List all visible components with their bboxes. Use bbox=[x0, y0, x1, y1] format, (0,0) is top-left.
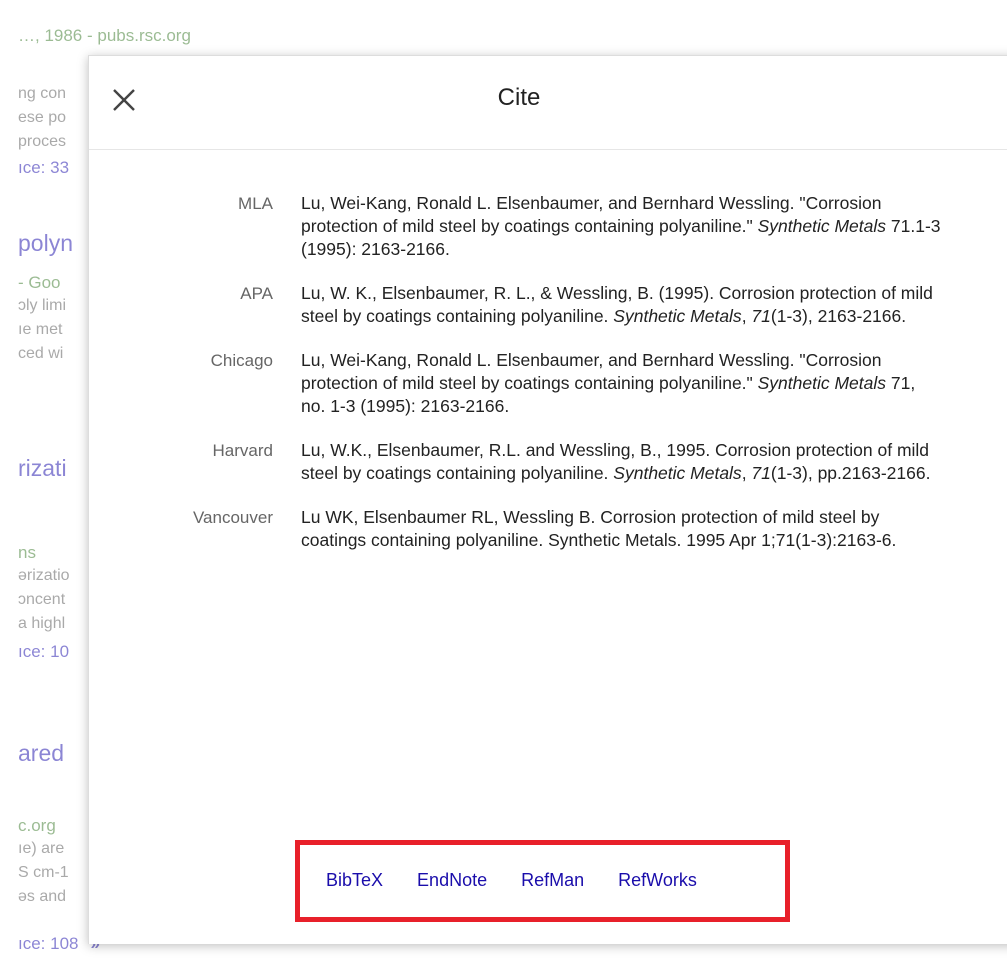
background-text: ns bbox=[18, 543, 36, 562]
citation-text[interactable]: Lu, W. K., Elsenbaumer, R. L., & Wesslin… bbox=[301, 282, 941, 328]
export-links: BibTeX EndNote RefMan RefWorks bbox=[326, 870, 697, 891]
citation-style-label: APA bbox=[240, 284, 273, 303]
citation-style-label: Chicago bbox=[210, 351, 273, 370]
background-text: ɔncent bbox=[18, 591, 66, 608]
export-link-refworks[interactable]: RefWorks bbox=[618, 870, 697, 891]
citation-row: Chicago Lu, Wei-Kang, Ronald L. Elsenbaum… bbox=[89, 349, 1007, 418]
background-text: ɔly limi bbox=[18, 297, 66, 314]
background-text[interactable]: rizati bbox=[18, 455, 67, 482]
background-text: əs and bbox=[18, 888, 67, 905]
export-link-refman[interactable]: RefMan bbox=[521, 870, 584, 891]
citation-text[interactable]: Lu, Wei-Kang, Ronald L. Elsenbaumer, and… bbox=[301, 192, 941, 261]
background-text[interactable]: polyn bbox=[18, 230, 73, 257]
background-text: - Goo bbox=[18, 273, 61, 292]
background-text: …, 1986 - pubs.rsc.org bbox=[18, 26, 191, 45]
citation-text[interactable]: Lu WK, Elsenbaumer RL, Wessling B. Corro… bbox=[301, 506, 941, 552]
background-text: ese po bbox=[18, 109, 67, 126]
background-text: ərizatio bbox=[18, 567, 70, 584]
background-text: ıe met bbox=[18, 321, 63, 338]
citation-row: APA Lu, W. K., Elsenbaumer, R. L., & Wess… bbox=[89, 282, 1007, 328]
background-text: proces bbox=[18, 133, 67, 150]
export-links-box: BibTeX EndNote RefMan RefWorks bbox=[295, 840, 790, 922]
citation-style-label: Harvard bbox=[212, 441, 273, 460]
export-link-bibtex[interactable]: BibTeX bbox=[326, 870, 383, 891]
citation-list: MLA Lu, Wei-Kang, Ronald L. Elsenbaumer, … bbox=[89, 192, 1007, 573]
citation-text[interactable]: Lu, W.K., Elsenbaumer, R.L. and Wessling… bbox=[301, 439, 941, 485]
background-text[interactable]: ared bbox=[18, 740, 64, 767]
citation-style-label: MLA bbox=[238, 194, 273, 213]
export-link-endnote[interactable]: EndNote bbox=[417, 870, 487, 891]
background-text[interactable]: ıce: 10 bbox=[18, 642, 69, 662]
cite-dialog: Cite MLA Lu, Wei-Kang, Ronald L. Elsenbau… bbox=[88, 55, 1007, 944]
citation-text[interactable]: Lu, Wei-Kang, Ronald L. Elsenbaumer, and… bbox=[301, 349, 941, 418]
background-text[interactable]: ıce: 33 bbox=[18, 158, 69, 178]
background-text: ced wi bbox=[18, 345, 64, 362]
citation-row: MLA Lu, Wei-Kang, Ronald L. Elsenbaumer, … bbox=[89, 192, 1007, 261]
background-text: c.org bbox=[18, 816, 56, 835]
background-text: a highl bbox=[18, 615, 66, 632]
citation-row: Harvard Lu, W.K., Elsenbaumer, R.L. and W… bbox=[89, 439, 1007, 485]
dialog-title: Cite bbox=[497, 84, 541, 111]
citation-style-label: Vancouver bbox=[192, 508, 273, 527]
citation-row: Vancouver Lu WK, Elsenbaumer RL, Wessling… bbox=[89, 506, 1007, 552]
background-text: ng con bbox=[18, 85, 67, 102]
background-text: S cm-1 bbox=[18, 864, 69, 881]
background-text: ıe) are bbox=[18, 840, 65, 857]
dialog-header: Cite bbox=[89, 56, 1007, 150]
